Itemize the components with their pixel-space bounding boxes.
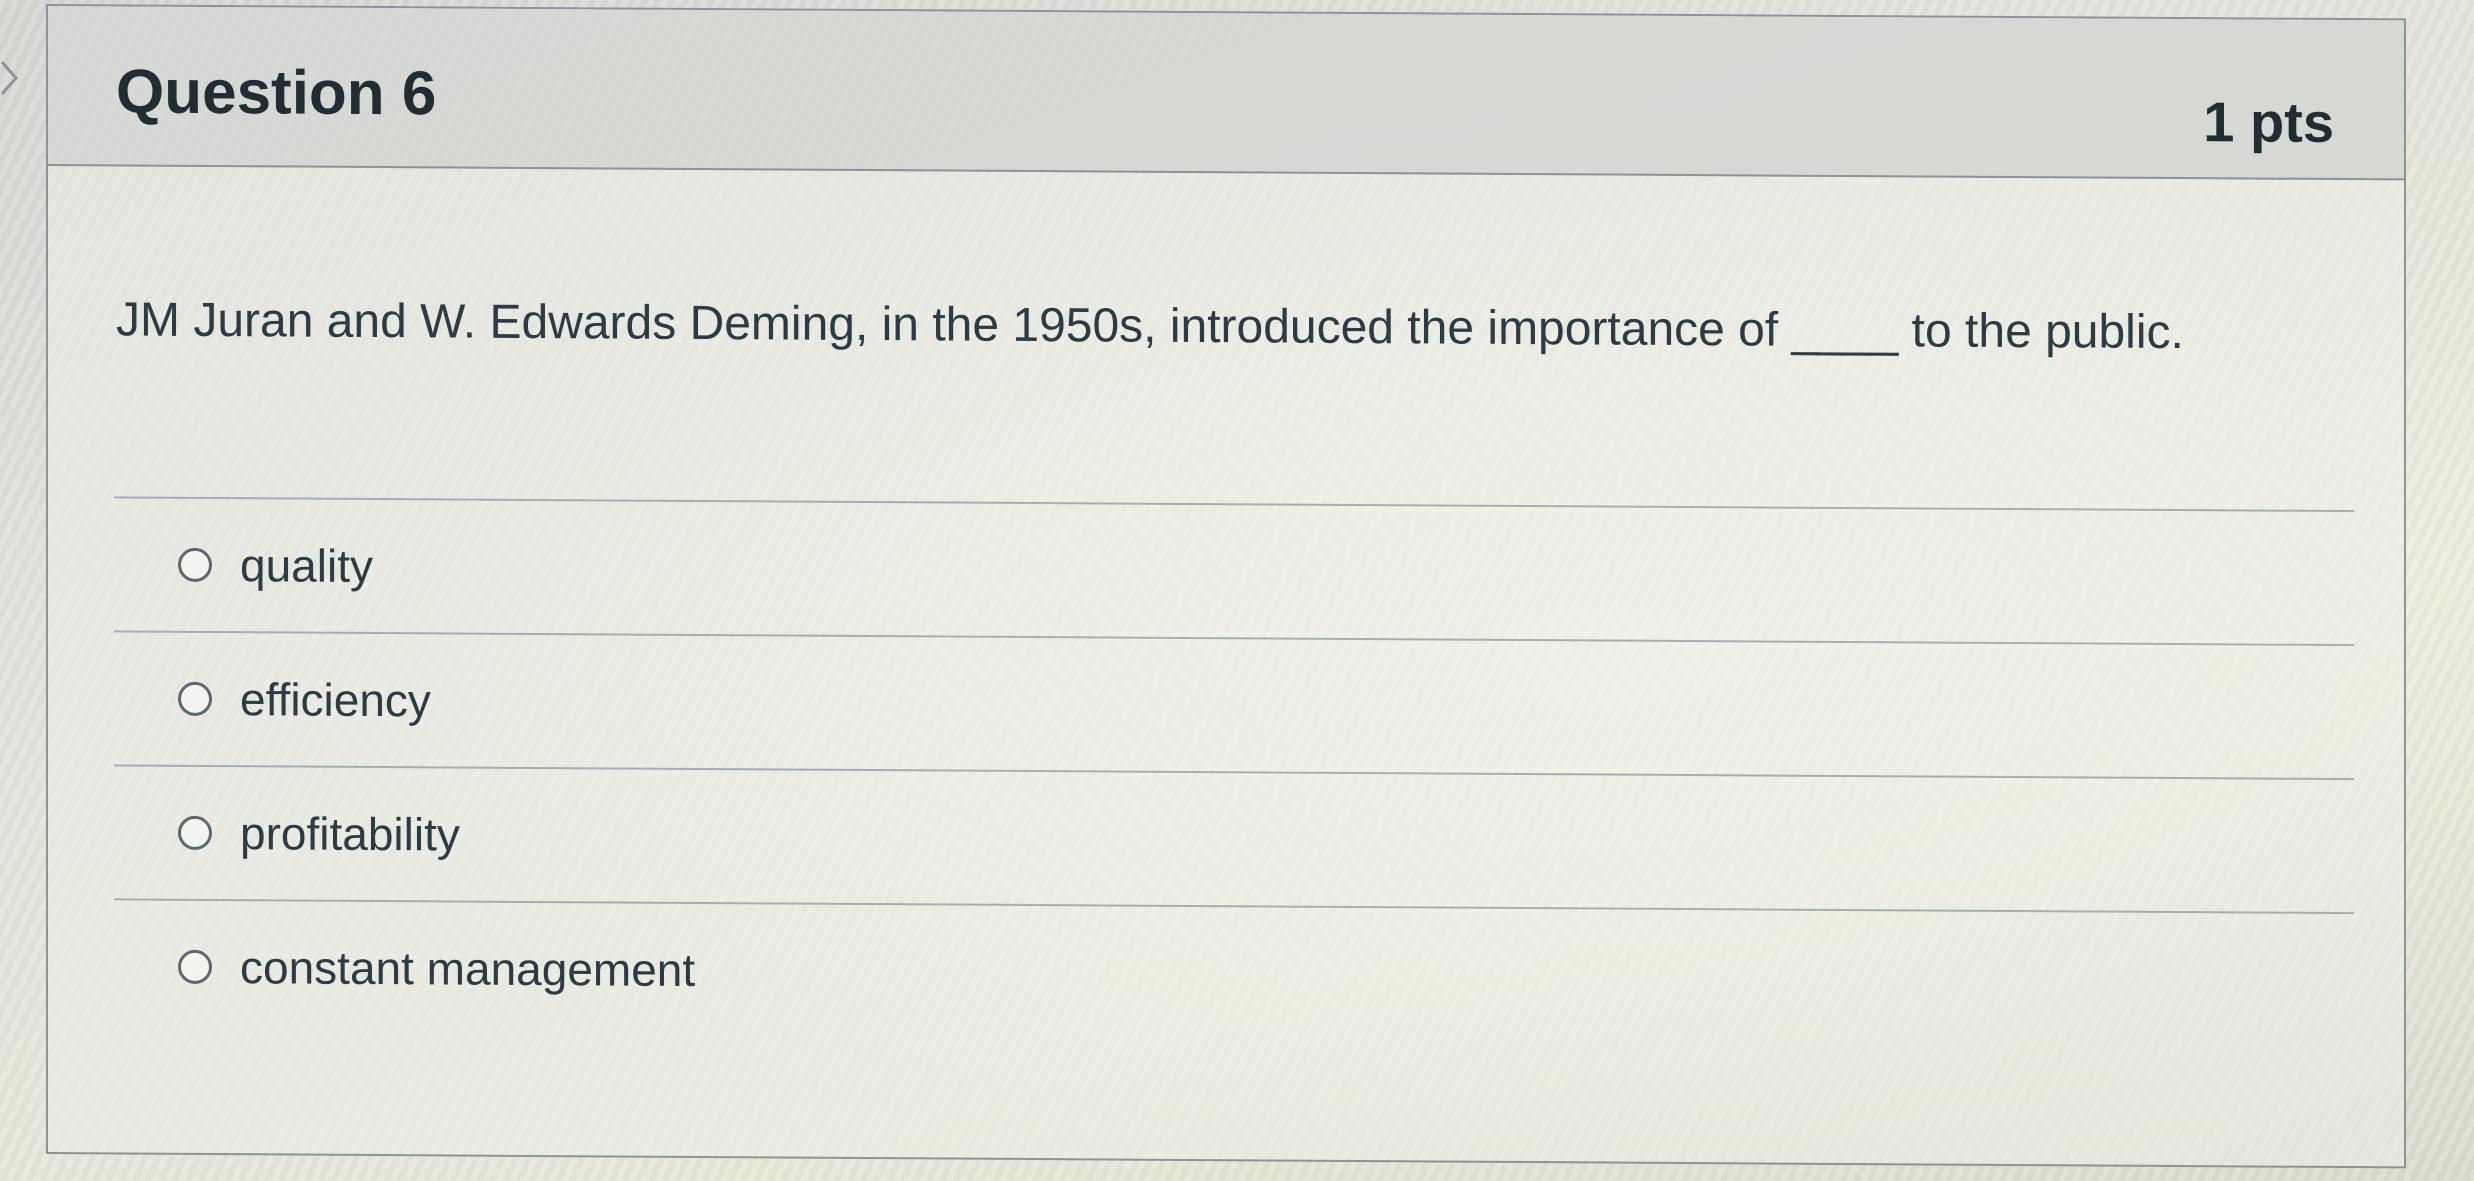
answer-label: quality: [240, 539, 373, 592]
question-title: Question 6: [116, 57, 437, 129]
radio-empty-icon[interactable]: [178, 681, 212, 717]
answer-option-profitability[interactable]: profitability: [114, 766, 2354, 912]
question-card: Question 6 1 pts JM Juran and W. Edwards…: [46, 4, 2406, 1169]
answer-label: efficiency: [240, 673, 431, 727]
radio-empty-icon[interactable]: [178, 547, 212, 583]
answer-label: constant management: [240, 941, 696, 996]
question-points: 1 pts: [2203, 90, 2334, 154]
answer-option-quality[interactable]: quality: [114, 498, 2354, 644]
answer-list: quality efficiency profitability constan…: [114, 496, 2354, 1046]
quiz-screen: Question 6 1 pts JM Juran and W. Edwards…: [0, 0, 2474, 1181]
answer-option-constant-management[interactable]: constant management: [114, 900, 2354, 1046]
question-header: Question 6 1 pts: [48, 6, 2404, 181]
answer-option-efficiency[interactable]: efficiency: [114, 632, 2354, 778]
radio-empty-icon[interactable]: [178, 949, 212, 985]
question-text: JM Juran and W. Edwards Deming, in the 1…: [116, 293, 2184, 360]
radio-empty-icon[interactable]: [178, 815, 212, 851]
answer-label: profitability: [240, 807, 460, 861]
chevron-right-icon[interactable]: [0, 58, 22, 98]
